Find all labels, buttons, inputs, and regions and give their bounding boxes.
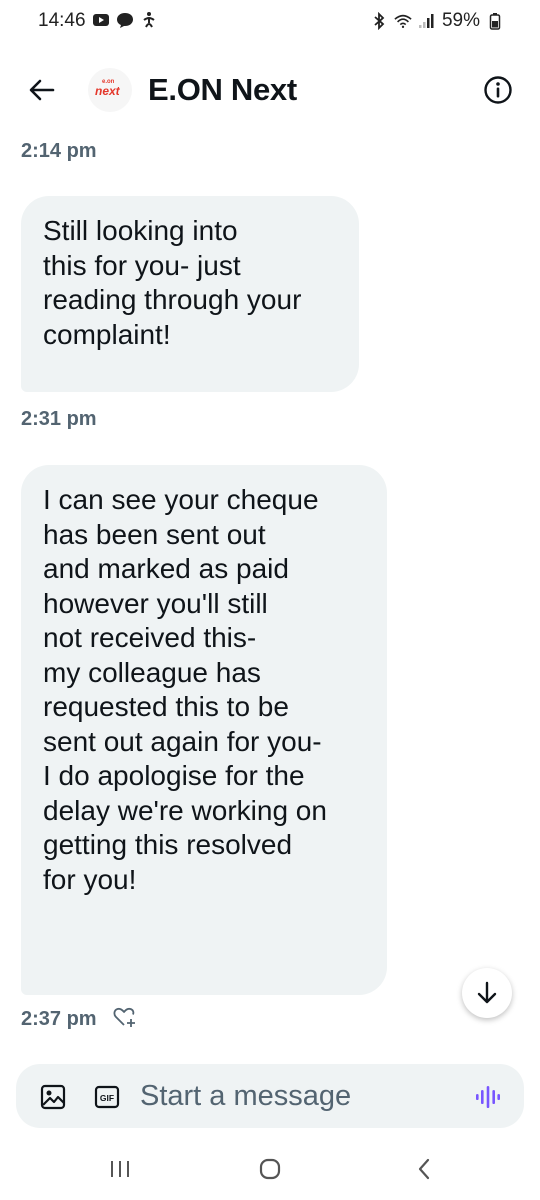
avatar[interactable]: e.on next: [88, 68, 132, 112]
message-text-line: my colleague has: [43, 656, 261, 688]
info-icon: [484, 76, 512, 104]
signal-icon: [418, 12, 436, 30]
message-text-line: however you'll still: [43, 587, 268, 619]
back-icon: [418, 1158, 430, 1180]
message-timestamp: 2:14 pm: [21, 140, 97, 162]
message-input[interactable]: Start a message: [140, 1080, 351, 1113]
message-text-line: delay we're working on: [43, 794, 327, 826]
home-icon: [259, 1158, 281, 1180]
message-text-line: reading through your: [43, 284, 302, 315]
message-text-line: has been sent out: [43, 518, 266, 550]
message-timestamp: 2:37 pm: [21, 1008, 97, 1030]
back-arrow-icon: [29, 79, 55, 101]
conversation-title[interactable]: E.ON Next: [148, 72, 297, 108]
message-text-line: this for you- just: [43, 249, 241, 281]
message-text-line: getting this resolved: [43, 829, 293, 860]
message-text-line: for you!: [43, 863, 137, 895]
status-time: 14:46: [38, 10, 86, 31]
status-bar: 14:46 59%: [0, 0, 540, 44]
recents-icon: [111, 1161, 129, 1177]
conversation-header: e.on next E.ON Next: [0, 60, 540, 122]
home-button[interactable]: [250, 1154, 290, 1184]
system-nav-bar: [0, 1140, 540, 1200]
battery-percent: 59%: [441, 10, 480, 31]
wifi-icon: [394, 12, 412, 30]
message-composer: GIF Start a message: [16, 1064, 524, 1128]
back-nav-button[interactable]: [404, 1154, 444, 1184]
message-status-icon: [116, 11, 134, 29]
status-system-icons: 59%: [370, 10, 504, 32]
voice-icon: [476, 1086, 500, 1108]
gif-label: GIF: [100, 1093, 114, 1103]
bluetooth-icon: [370, 12, 388, 30]
recents-button[interactable]: [100, 1154, 140, 1184]
message-text-line: not received this-: [43, 622, 257, 653]
back-button[interactable]: [24, 72, 60, 108]
message-text-line: sent out again for you-: [43, 725, 322, 757]
message-bubble[interactable]: Still looking into this for you- just re…: [21, 196, 359, 392]
accessibility-status-icon: [140, 11, 158, 29]
message-text-line: Still looking into: [43, 215, 238, 246]
message-timestamp: 2:31 pm: [21, 408, 97, 430]
scroll-to-bottom-button[interactable]: [462, 968, 512, 1018]
message-text-line: complaint!: [43, 318, 171, 350]
avatar-logo-line2: next: [95, 84, 120, 98]
battery-icon: [486, 12, 504, 30]
image-icon: [40, 1084, 66, 1110]
camera-status-icon: [92, 11, 110, 29]
status-notification-icons: [92, 11, 158, 29]
gif-button[interactable]: GIF: [94, 1084, 120, 1110]
arrow-down-icon: [477, 981, 497, 1004]
message-text-line: requested this to be: [43, 691, 289, 722]
react-heart-icon[interactable]: [113, 1006, 137, 1033]
message-text-line: I do apologise for the: [43, 760, 305, 791]
message-footer: 2:37 pm: [21, 1006, 137, 1033]
message-text-line: I can see your cheque: [43, 484, 319, 515]
gif-icon: GIF: [94, 1085, 120, 1109]
info-button[interactable]: [482, 74, 514, 106]
message-bubble[interactable]: I can see your cheque has been sent out …: [21, 465, 387, 995]
message-text-line: and marked as paid: [43, 553, 289, 584]
voice-button[interactable]: [474, 1083, 502, 1111]
image-button[interactable]: [40, 1084, 66, 1110]
